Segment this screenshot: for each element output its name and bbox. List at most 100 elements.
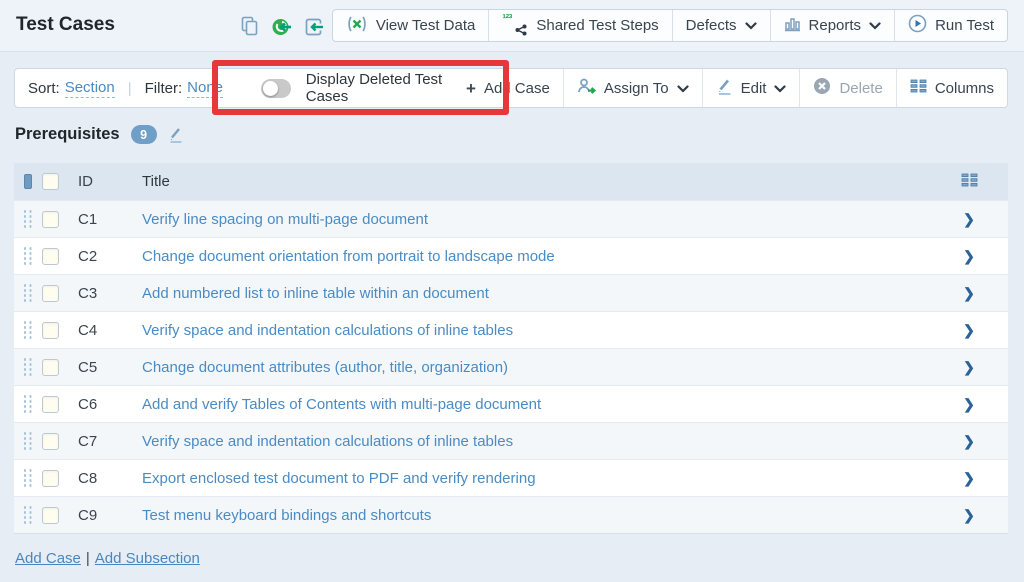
row-checkbox[interactable] (42, 285, 59, 302)
button-label: Shared Test Steps (536, 17, 658, 34)
table-row: C8 Export enclosed test document to PDF … (14, 459, 1008, 496)
columns-button[interactable]: Columns (896, 69, 1007, 107)
case-id: C9 (78, 507, 142, 524)
header-button-group: View Test Data ¹²³ Shared Test Steps Def… (332, 9, 1008, 42)
defects-dropdown[interactable]: Defects (672, 10, 770, 41)
drag-handle-icon[interactable] (24, 506, 33, 524)
table-row: C7 Verify space and indentation calculat… (14, 422, 1008, 459)
drag-handle-icon[interactable] (24, 432, 33, 450)
case-title-link[interactable]: Add and verify Tables of Contents with m… (142, 396, 541, 413)
filter-value-link[interactable]: None (187, 79, 223, 98)
table-row: C4 Verify space and indentation calculat… (14, 311, 1008, 348)
row-checkbox[interactable] (42, 359, 59, 376)
assign-to-dropdown[interactable]: Assign To (563, 69, 702, 107)
display-deleted-toggle[interactable] (261, 79, 291, 98)
chevron-right-icon[interactable]: ❯ (963, 322, 975, 339)
table-row: C6 Add and verify Tables of Contents wit… (14, 385, 1008, 422)
sort-label: Sort: (28, 80, 60, 97)
edit-pencil-icon (716, 77, 733, 99)
columns-icon (910, 79, 927, 97)
chevron-right-icon[interactable]: ❯ (963, 470, 975, 487)
list-toolbar: Sort: Section | Filter: None Display Del… (14, 68, 1008, 108)
chevron-down-icon (745, 17, 757, 34)
case-actions-group: + Add Case Assign To Edit Delet (453, 69, 1007, 107)
case-title-link[interactable]: Verify line spacing on multi-page docume… (142, 211, 428, 228)
divider: | (128, 80, 132, 97)
edit-section-pencil-icon[interactable] (168, 126, 184, 143)
top-bar: Test Cases View Test Data ¹²³ (0, 0, 1024, 52)
button-label: Add Case (484, 80, 550, 97)
case-title-link[interactable]: Verify space and indentation calculation… (142, 433, 513, 450)
chevron-right-icon[interactable]: ❯ (963, 396, 975, 413)
page-title: Test Cases (16, 14, 115, 36)
row-checkbox[interactable] (42, 396, 59, 413)
chevron-down-icon (677, 80, 689, 97)
view-test-data-button[interactable]: View Test Data (333, 10, 489, 41)
case-count-badge: 9 (131, 125, 157, 144)
columns-icon[interactable] (961, 173, 978, 191)
test-cases-table: ID Title C1 Verify line spacing on multi… (14, 163, 1008, 534)
header-grip-cell (14, 174, 42, 189)
drag-handle-icon[interactable] (24, 469, 33, 487)
row-checkbox[interactable] (42, 433, 59, 450)
case-title-link[interactable]: Verify space and indentation calculation… (142, 322, 513, 339)
reports-dropdown[interactable]: Reports (770, 10, 895, 41)
case-title-link[interactable]: Change document attributes (author, titl… (142, 359, 508, 376)
play-icon (908, 14, 927, 37)
add-case-link[interactable]: Add Case (15, 550, 81, 567)
button-label: Columns (935, 80, 994, 97)
import-icon[interactable] (302, 15, 325, 38)
chevron-right-icon[interactable]: ❯ (963, 211, 975, 228)
title-column-header: Title (142, 173, 930, 190)
shared-test-steps-button[interactable]: ¹²³ Shared Test Steps (488, 10, 671, 41)
chevron-right-icon[interactable]: ❯ (963, 248, 975, 265)
drag-handle-icon[interactable] (24, 210, 33, 228)
drag-handle-icon[interactable] (24, 395, 33, 413)
delete-button[interactable]: Delete (799, 69, 895, 107)
row-checkbox[interactable] (42, 470, 59, 487)
case-id: C2 (78, 248, 142, 265)
divider: | (86, 550, 90, 567)
chevron-down-icon (869, 17, 881, 34)
chevron-right-icon[interactable]: ❯ (963, 285, 975, 302)
assign-person-icon (577, 77, 596, 99)
sort-filter-group: Sort: Section | Filter: None (15, 79, 223, 98)
drag-handle-icon[interactable] (24, 284, 33, 302)
add-case-button[interactable]: + Add Case (453, 69, 563, 107)
section-header: Prerequisites 9 (15, 125, 184, 144)
case-id: C5 (78, 359, 142, 376)
run-test-button[interactable]: Run Test (894, 10, 1007, 41)
chevron-right-icon[interactable]: ❯ (963, 507, 975, 524)
case-title-link[interactable]: Test menu keyboard bindings and shortcut… (142, 507, 431, 524)
id-column-header: ID (78, 173, 142, 190)
bar-chart-icon (784, 16, 801, 36)
table-row: C1 Verify line spacing on multi-page doc… (14, 200, 1008, 237)
add-subsection-link[interactable]: Add Subsection (95, 550, 200, 567)
case-title-link[interactable]: Export enclosed test document to PDF and… (142, 470, 536, 487)
plus-icon: + (466, 80, 476, 97)
section-footer: Add Case | Add Subsection (15, 550, 200, 567)
case-id: C4 (78, 322, 142, 339)
case-title-link[interactable]: Change document orientation from portrai… (142, 248, 555, 265)
button-label: Assign To (604, 80, 669, 97)
row-checkbox[interactable] (42, 507, 59, 524)
case-title-link[interactable]: Add numbered list to inline table within… (142, 285, 489, 302)
drag-handle-icon[interactable] (24, 358, 33, 376)
row-checkbox[interactable] (42, 211, 59, 228)
button-label: Reports (809, 17, 862, 34)
copy-icon[interactable] (238, 15, 261, 38)
drag-handle-icon[interactable] (24, 321, 33, 339)
drag-handle-icon[interactable] (24, 247, 33, 265)
row-checkbox[interactable] (42, 248, 59, 265)
select-all-checkbox[interactable] (42, 173, 59, 190)
section-title: Prerequisites (15, 125, 120, 144)
chevron-right-icon[interactable]: ❯ (963, 433, 975, 450)
row-checkbox[interactable] (42, 322, 59, 339)
sort-value-link[interactable]: Section (65, 79, 115, 98)
shared-steps-icon: ¹²³ (502, 15, 528, 36)
select-handle-icon[interactable] (24, 174, 32, 189)
button-label: Run Test (935, 17, 994, 34)
edit-dropdown[interactable]: Edit (702, 69, 800, 107)
paste-icon[interactable] (270, 15, 293, 38)
chevron-right-icon[interactable]: ❯ (963, 359, 975, 376)
